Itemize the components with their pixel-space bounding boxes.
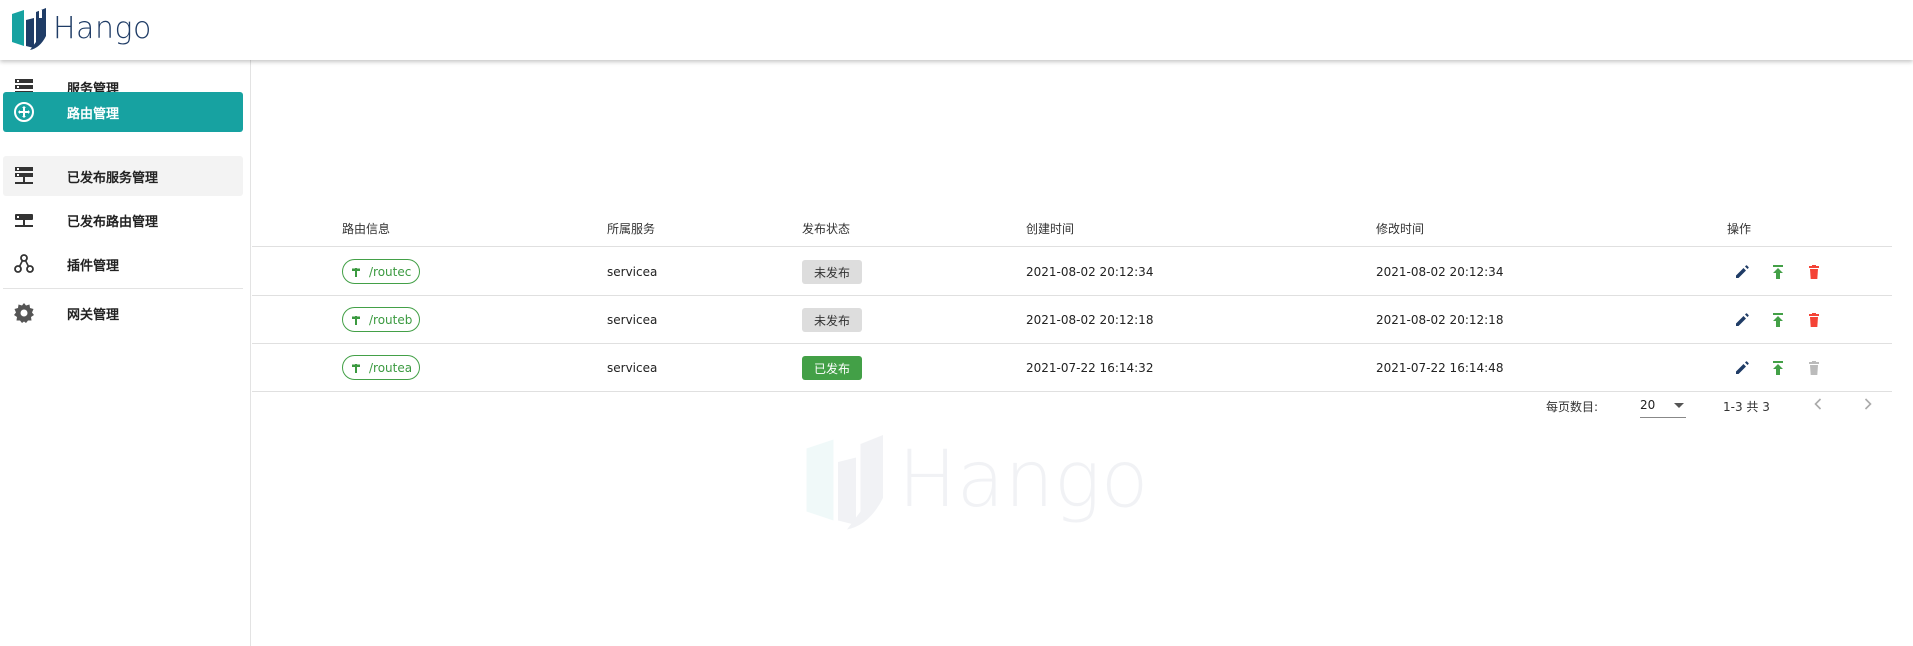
table-row: /routec servicea 未发布 2021-08-02 20:12:34… — [252, 248, 1892, 296]
pencil-icon — [1736, 313, 1749, 326]
publish-icon — [1773, 313, 1783, 327]
edit-button[interactable] — [1732, 358, 1752, 378]
sidebar-item-route-management[interactable]: 路由管理 — [3, 92, 243, 132]
plugin-icon — [14, 254, 34, 273]
status-badge: 已发布 — [802, 356, 862, 380]
route-chip[interactable]: /routeb — [342, 307, 420, 332]
route-sign-icon — [352, 267, 360, 277]
app-header: Hango — [0, 0, 1913, 60]
hango-watermark: Hango — [802, 430, 1148, 530]
modified-time: 2021-08-02 20:12:34 — [1376, 265, 1504, 279]
route-sign-icon — [352, 315, 360, 325]
edit-button[interactable] — [1732, 262, 1752, 282]
pagination-range: 1-3 共 3 — [1723, 400, 1770, 414]
hango-logo-icon — [12, 8, 46, 50]
table-row: /routeb servicea 未发布 2021-08-02 20:12:18… — [252, 296, 1892, 344]
sidebar-item-published-services[interactable]: 已发布服务管理 — [3, 156, 243, 196]
row-actions — [1732, 262, 1840, 282]
chevron-left-icon — [1814, 398, 1822, 410]
header-created-time: 创建时间 — [1026, 222, 1075, 236]
delete-button[interactable] — [1804, 262, 1824, 282]
publish-button[interactable] — [1768, 310, 1788, 330]
caret-down-icon — [1674, 403, 1684, 408]
chevron-right-icon — [1864, 398, 1872, 410]
header-actions: 操作 — [1727, 222, 1752, 236]
table-header: 路由信息 所属服务 发布状态 创建时间 修改时间 操作 — [252, 207, 1892, 247]
hango-watermark-icon — [806, 435, 883, 530]
sidebar-item-label: 路由管理 — [67, 106, 120, 122]
route-sign-icon — [352, 363, 360, 373]
header-modified-time: 修改时间 — [1376, 222, 1425, 236]
route-path: /routec — [369, 264, 412, 279]
route-hub-icon — [14, 102, 34, 122]
rows-per-page-select[interactable]: 20 — [1640, 390, 1686, 418]
route-path: /routeb — [369, 312, 413, 327]
publish-icon — [1773, 361, 1783, 375]
pencil-icon — [1736, 361, 1749, 374]
edit-button[interactable] — [1732, 310, 1752, 330]
published-server-icon — [15, 167, 33, 184]
header-publish-status: 发布状态 — [802, 222, 851, 236]
created-time: 2021-08-02 20:12:18 — [1026, 313, 1154, 327]
gear-icon — [14, 303, 34, 323]
header-route-info: 路由信息 — [342, 222, 391, 236]
table-row: /routea servicea 已发布 2021-07-22 16:14:32… — [252, 344, 1892, 392]
watermark-text: Hango — [898, 435, 1149, 525]
service-name: servicea — [607, 265, 658, 279]
prev-page-button[interactable] — [1808, 394, 1828, 414]
rows-per-page-value: 20 — [1640, 398, 1656, 412]
status-badge: 未发布 — [802, 260, 862, 284]
created-time: 2021-07-22 16:14:32 — [1026, 361, 1154, 375]
publish-button[interactable] — [1768, 262, 1788, 282]
published-route-icon — [15, 214, 33, 227]
route-chip[interactable]: /routec — [342, 259, 420, 284]
pencil-icon — [1736, 265, 1749, 278]
modified-time: 2021-07-22 16:14:48 — [1376, 361, 1504, 375]
trash-icon — [1809, 361, 1819, 375]
delete-button[interactable] — [1804, 310, 1824, 330]
route-chip[interactable]: /routea — [342, 355, 420, 380]
delete-button-disabled — [1804, 358, 1824, 378]
sidebar-item-label: 插件管理 — [67, 258, 120, 274]
publish-button[interactable] — [1768, 358, 1788, 378]
rows-per-page-label: 每页数目: — [1546, 400, 1599, 414]
service-name: servicea — [607, 361, 658, 375]
publish-icon — [1773, 265, 1783, 279]
status-badge: 未发布 — [802, 308, 862, 332]
app-logo[interactable]: Hango — [10, 6, 152, 50]
app-name: Hango — [53, 10, 152, 46]
pagination: 每页数目: 20 1-3 共 3 — [252, 390, 1892, 420]
main-content: Hango 路由信息 所属服务 发布状态 创建时间 修改时间 操作 /route… — [252, 60, 1913, 646]
trash-icon — [1809, 313, 1819, 327]
sidebar-item-label: 已发布路由管理 — [67, 214, 159, 230]
sidebar-item-label: 已发布服务管理 — [67, 170, 159, 186]
row-actions — [1732, 310, 1840, 330]
service-name: servicea — [607, 313, 658, 327]
sidebar: 服务管理 路由管理 已发布服务管理 已发布路由管理 插件管理 网关管理 — [0, 60, 251, 646]
next-page-button[interactable] — [1858, 394, 1878, 414]
sidebar-item-plugin-management[interactable]: 插件管理 — [3, 244, 243, 284]
created-time: 2021-08-02 20:12:34 — [1026, 265, 1154, 279]
sidebar-item-published-routes[interactable]: 已发布路由管理 — [3, 200, 243, 240]
sidebar-divider — [3, 288, 243, 289]
modified-time: 2021-08-02 20:12:18 — [1376, 313, 1504, 327]
sidebar-item-gateway-management[interactable]: 网关管理 — [3, 293, 243, 333]
header-service: 所属服务 — [607, 222, 656, 236]
sidebar-item-label: 网关管理 — [67, 307, 120, 323]
trash-icon — [1809, 265, 1819, 279]
route-path: /routea — [369, 360, 413, 375]
row-actions — [1732, 358, 1840, 378]
